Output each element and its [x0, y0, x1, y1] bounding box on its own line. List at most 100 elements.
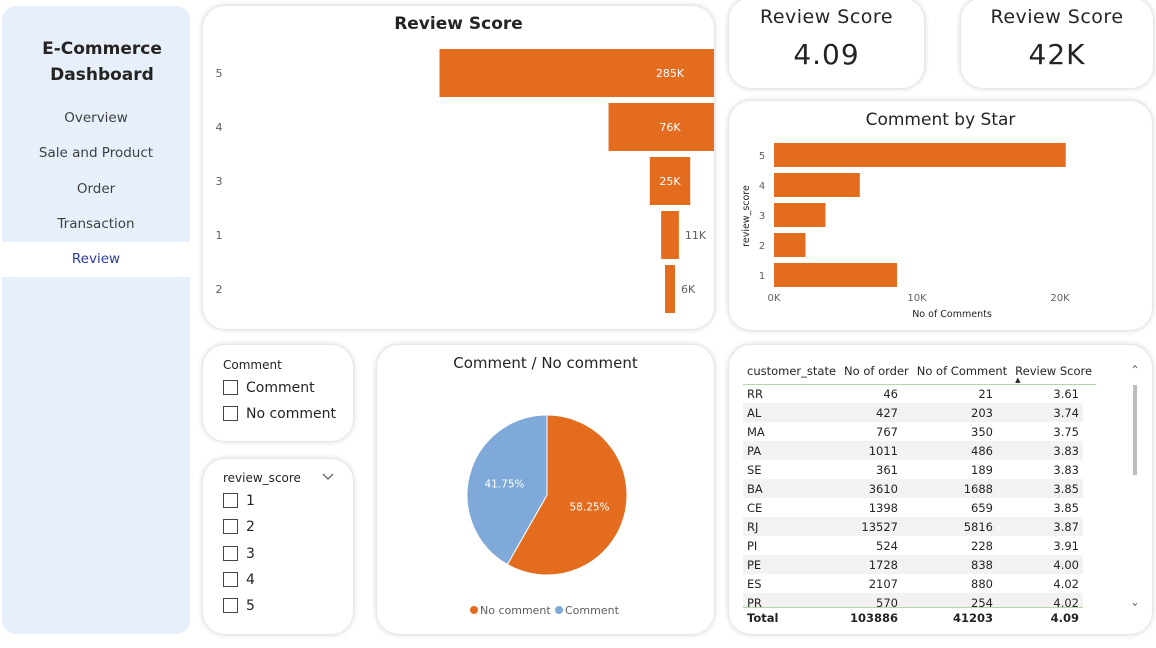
table-cell: SE	[747, 462, 762, 477]
y-tick-label: 3	[759, 211, 765, 222]
funnel-category-label: 2	[216, 283, 223, 296]
nav-item-sale-and-product[interactable]: Sale and Product	[2, 136, 190, 171]
table-row[interactable]: PE 1728 838 4.00	[743, 555, 1083, 574]
legend-label: No comment	[480, 604, 551, 617]
chevron-down-icon[interactable]	[322, 473, 334, 481]
table-cell: 3.61	[1053, 386, 1079, 401]
table-cell: 361	[876, 462, 898, 477]
table-cell: 1728	[829, 555, 902, 574]
table-cell: 3610	[829, 479, 902, 498]
table-row[interactable]: PA 1011 486 3.83	[743, 441, 1083, 460]
checkbox-icon[interactable]	[223, 519, 238, 534]
table-cell: PA	[743, 441, 829, 460]
nav-item-order[interactable]: Order	[2, 172, 190, 207]
table-cell: 838	[902, 555, 997, 574]
dashboard-title: E-Commerce Dashboard	[42, 39, 162, 85]
scroll-up-icon	[1132, 364, 1138, 369]
table-row[interactable]: CE 1398 659 3.85	[743, 498, 1083, 517]
table-row[interactable]: AL 427 203 3.74	[743, 403, 1083, 422]
table-cell: 570	[829, 593, 902, 608]
table-cell: 3.85	[997, 479, 1083, 498]
funnel-data-label: 6K	[681, 283, 696, 296]
x-tick-label: 0K	[768, 293, 781, 304]
kpi-value: 4.09	[793, 38, 860, 71]
table-cell: 4.02	[997, 593, 1083, 608]
table-cell: 203	[902, 403, 997, 422]
table-cell: RJ	[743, 517, 829, 536]
table-cell: 4.02	[1053, 576, 1079, 591]
table-cell: 486	[902, 441, 997, 460]
table-cell: 3.87	[997, 517, 1083, 536]
table-cell: PE	[743, 555, 829, 574]
funnel-category-label: 1	[216, 229, 223, 242]
column-header-no-of-comment[interactable]: No of Comment	[912, 358, 1012, 385]
table-row[interactable]: PI 524 228 3.91	[743, 536, 1083, 555]
table-cell: 659	[971, 500, 993, 515]
checkbox-icon[interactable]	[223, 572, 238, 587]
legend-label: Comment	[565, 604, 620, 617]
state-table-header: customer_state No of order No of Comment…	[743, 358, 1097, 385]
table-cell: 3.75	[1053, 424, 1079, 439]
state-table-card: customer_state No of order No of Comment…	[729, 345, 1152, 634]
comment-bar	[774, 203, 826, 227]
x-axis-label: No of Comments	[912, 309, 992, 320]
table-cell: 1688	[902, 479, 997, 498]
y-tick-label: 1	[759, 271, 765, 282]
sort-ascending-icon: ▲	[1015, 376, 1021, 384]
table-cell: 46	[883, 386, 898, 401]
slicer-title: review_score	[223, 471, 301, 485]
table-row[interactable]: RR 46 21 3.61	[743, 384, 1083, 403]
checkbox-icon[interactable]	[223, 406, 238, 421]
table-cell: RR	[747, 386, 763, 401]
table-cell: BA	[743, 479, 829, 498]
checkbox-icon[interactable]	[223, 493, 238, 508]
comment-bar	[774, 143, 1066, 167]
checkbox-icon[interactable]	[223, 598, 238, 613]
nav-item-transaction[interactable]: Transaction	[2, 207, 190, 242]
scrollbar-thumb	[1133, 385, 1137, 475]
table-row[interactable]: RJ 13527 5816 3.87	[743, 517, 1083, 536]
x-tick-label: 20K	[1050, 293, 1070, 304]
table-cell: 5816	[902, 517, 997, 536]
table-cell: 21	[978, 386, 993, 401]
funnel-data-label: 285K	[656, 67, 685, 80]
checkbox-icon[interactable]	[223, 546, 238, 561]
nav-item-overview[interactable]: Overview	[2, 101, 190, 136]
table-cell: 3.83	[1053, 462, 1079, 477]
kpi-title: Review Score	[990, 6, 1124, 28]
table-cell: CE	[747, 500, 763, 515]
y-tick-label: 4	[759, 181, 765, 192]
table-row[interactable]: BA 3610 1688 3.85	[743, 479, 1083, 498]
pie-data-label: 58.25%	[570, 501, 610, 513]
table-row[interactable]: ES 2107 880 4.02	[743, 574, 1083, 593]
table-scrollbar[interactable]	[1131, 363, 1139, 609]
table-cell: MA	[747, 424, 765, 439]
table-row[interactable]: MA 767 350 3.75	[743, 422, 1083, 441]
comment-bar	[774, 263, 897, 287]
column-header-customer-state[interactable]: customer_state	[743, 358, 841, 385]
checkbox-label: 3	[246, 546, 255, 562]
checkbox-label: 5	[246, 598, 255, 614]
review-score-slicer: review_score 1 2 3 4 5	[203, 459, 353, 634]
column-header-review-score[interactable]: Review Score ▲	[1011, 358, 1097, 385]
checkbox-label: Comment	[246, 380, 315, 396]
scroll-down-icon	[1132, 602, 1138, 607]
checkbox-icon[interactable]	[223, 380, 238, 395]
table-cell: 228	[971, 538, 993, 553]
y-tick-label: 5	[759, 151, 765, 162]
funnel-data-label: 76K	[659, 121, 681, 134]
column-header-no-of-order[interactable]: No of order	[840, 358, 913, 385]
table-row[interactable]: PR 570 254 4.02	[743, 593, 1083, 608]
table-cell: ES	[747, 576, 762, 591]
table-row[interactable]: SE 361 189 3.83	[743, 460, 1083, 479]
table-cell: 3.85	[1053, 500, 1079, 515]
nav-item-review[interactable]: Review	[2, 242, 190, 277]
comment-pie-card: Comment / No comment 58.25% 41.75% No comm…	[377, 345, 714, 634]
funnel-data-label: 25K	[659, 175, 681, 188]
funnel-bar	[661, 211, 679, 259]
comment-by-star-card: Comment by Star 5 4 3 2 1 0K 10K 20K No of Comme…	[729, 101, 1152, 330]
kpi-value: 42K	[1028, 38, 1086, 71]
table-cell: 3.83	[997, 441, 1083, 460]
table-cell: 189	[971, 462, 993, 477]
total-comments: 41203	[952, 610, 993, 625]
